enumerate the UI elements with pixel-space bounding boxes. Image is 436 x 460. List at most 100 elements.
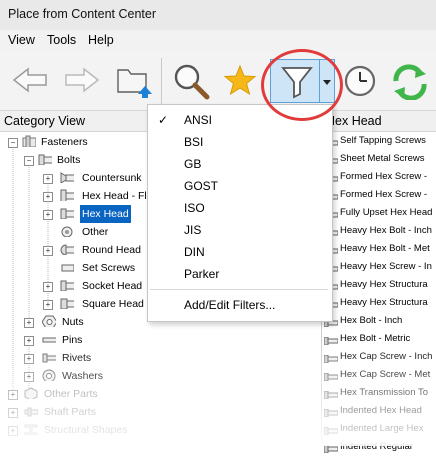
result-item[interactable]: Sheet Metal Screws	[323, 150, 424, 168]
result-item[interactable]: Heavy Hex Bolt - Inch	[323, 222, 432, 240]
expand-rivets[interactable]: +	[24, 354, 34, 364]
expand-bolts[interactable]: −	[24, 156, 34, 166]
result-item[interactable]: Self Tapping Screws	[323, 132, 426, 150]
tree-item-other[interactable]: Other	[82, 223, 108, 241]
tree-item-nuts[interactable]: Nuts	[62, 313, 84, 331]
forward-button[interactable]	[64, 66, 100, 97]
filter-option-jis[interactable]: JIS	[184, 223, 201, 237]
result-item[interactable]: Formed Hex Screw -	[323, 186, 427, 204]
filter-option-gost[interactable]: GOST	[184, 179, 218, 193]
fastener-folder-icon	[22, 135, 36, 147]
tree-item-washers[interactable]: Washers	[62, 367, 103, 385]
filter-dropdown-menu: ✓ ANSI BSI GB GOST ISO JIS DIN Parker Ad…	[147, 104, 333, 322]
filter-option-ansi[interactable]: ANSI	[184, 113, 212, 127]
rivet-icon	[42, 353, 56, 363]
screw-icon	[323, 370, 339, 382]
tree-item-socket-head[interactable]: Socket Head	[82, 277, 142, 295]
round-head-bolt-icon	[60, 244, 74, 255]
expand-other-parts[interactable]: +	[8, 390, 18, 400]
refresh-button[interactable]	[390, 64, 430, 103]
menu-help[interactable]: Help	[88, 33, 114, 47]
screw-icon	[323, 352, 339, 364]
expand-square-head[interactable]: +	[43, 300, 53, 310]
result-item[interactable]: Heavy Hex Bolt - Met	[323, 240, 430, 258]
expand-socket-head[interactable]: +	[43, 282, 53, 292]
tree-item-hex-head[interactable]: Hex Head	[80, 205, 131, 223]
result-item[interactable]: Heavy Hex Screw - In	[323, 258, 432, 276]
favorite-star-icon	[223, 64, 257, 96]
result-item[interactable]: Heavy Hex Structura	[323, 294, 428, 312]
pin-icon	[42, 337, 56, 343]
hex-bolt-icon	[60, 208, 74, 219]
shaft-parts-icon	[24, 407, 38, 417]
tree-item-bolts[interactable]: Bolts	[57, 151, 80, 169]
screw-icon	[323, 442, 339, 454]
favorites-button[interactable]	[223, 64, 257, 99]
back-button[interactable]	[12, 66, 48, 97]
tree-item-hex-head-flange[interactable]: Hex Head - Fla	[82, 187, 153, 205]
filter-icon	[281, 67, 313, 99]
history-clock-icon	[344, 65, 376, 97]
add-edit-filters-item[interactable]: Add/Edit Filters...	[184, 298, 275, 312]
result-item[interactable]: Indented Hex Head	[323, 402, 422, 420]
expand-hex-head-flange[interactable]: +	[43, 192, 53, 202]
result-item[interactable]: Heavy Hex Structura	[323, 276, 428, 294]
filter-option-parker[interactable]: Parker	[184, 267, 219, 281]
filter-option-gb[interactable]: GB	[184, 157, 201, 171]
result-item[interactable]: Indented Large Hex	[323, 420, 423, 438]
menu-tools[interactable]: Tools	[47, 33, 76, 47]
result-item[interactable]: Hex Transmission To	[323, 384, 428, 402]
other-bolt-icon	[61, 226, 73, 237]
expand-fasteners[interactable]: −	[8, 138, 18, 148]
menu-separator	[150, 289, 328, 290]
tree-item-set-screws[interactable]: Set Screws	[82, 259, 135, 277]
expand-countersunk[interactable]: +	[43, 174, 53, 184]
history-button[interactable]	[343, 64, 377, 101]
tree-item-pins[interactable]: Pins	[62, 331, 82, 349]
nut-icon	[42, 315, 56, 327]
result-item[interactable]: Hex Bolt - Metric	[323, 330, 410, 348]
tree-item-other-parts[interactable]: Other Parts	[44, 385, 98, 403]
bolt-icon	[38, 154, 52, 165]
screw-icon	[323, 424, 339, 436]
menu-view[interactable]: View	[8, 33, 35, 47]
expand-structural-shapes[interactable]: +	[8, 426, 18, 436]
tree-item-structural-shapes[interactable]: Structural Shapes	[44, 421, 127, 439]
set-screw-icon	[61, 264, 74, 272]
window-title: Place from Content Center	[8, 7, 156, 21]
countersunk-bolt-icon	[60, 172, 74, 183]
expand-pins[interactable]: +	[24, 336, 34, 346]
hex-flange-bolt-icon	[60, 189, 74, 201]
results-header: Hex Head	[322, 111, 436, 132]
filter-button[interactable]	[270, 59, 324, 103]
result-item[interactable]: Hex Bolt - Inch	[323, 312, 402, 330]
expand-hex-head[interactable]: +	[43, 210, 53, 220]
result-item[interactable]: Formed Hex Screw -	[323, 168, 427, 186]
tree-item-fasteners[interactable]: Fasteners	[41, 133, 88, 151]
tree-item-shaft-parts[interactable]: Shaft Parts	[44, 403, 96, 421]
filter-option-iso[interactable]: ISO	[184, 201, 205, 215]
filter-dropdown-arrow[interactable]	[319, 59, 335, 103]
screw-icon	[323, 334, 339, 346]
square-head-bolt-icon	[60, 298, 74, 309]
up-folder-button[interactable]	[114, 62, 154, 101]
expand-shaft-parts[interactable]: +	[8, 408, 18, 418]
result-item[interactable]: Hex Cap Screw - Inch	[323, 348, 432, 366]
screw-icon	[323, 388, 339, 400]
expand-washers[interactable]: +	[24, 372, 34, 382]
result-item[interactable]: Indented Regular	[323, 438, 413, 456]
expand-nuts[interactable]: +	[24, 318, 34, 328]
forward-arrow-icon	[65, 67, 100, 93]
checkmark-icon: ✓	[158, 113, 169, 127]
filter-option-din[interactable]: DIN	[184, 245, 205, 259]
filter-option-bsi[interactable]: BSI	[184, 135, 203, 149]
result-item[interactable]: Hex Cap Screw - Met	[323, 366, 430, 384]
search-button[interactable]	[172, 62, 212, 103]
tree-item-countersunk[interactable]: Countersunk	[82, 169, 142, 187]
folder-up-icon	[117, 69, 152, 98]
tree-item-square-head[interactable]: Square Head	[82, 295, 144, 313]
result-item[interactable]: Fully Upset Hex Head	[323, 204, 432, 222]
tree-item-round-head[interactable]: Round Head	[82, 241, 141, 259]
tree-item-rivets[interactable]: Rivets	[62, 349, 91, 367]
expand-round-head[interactable]: +	[43, 246, 53, 256]
